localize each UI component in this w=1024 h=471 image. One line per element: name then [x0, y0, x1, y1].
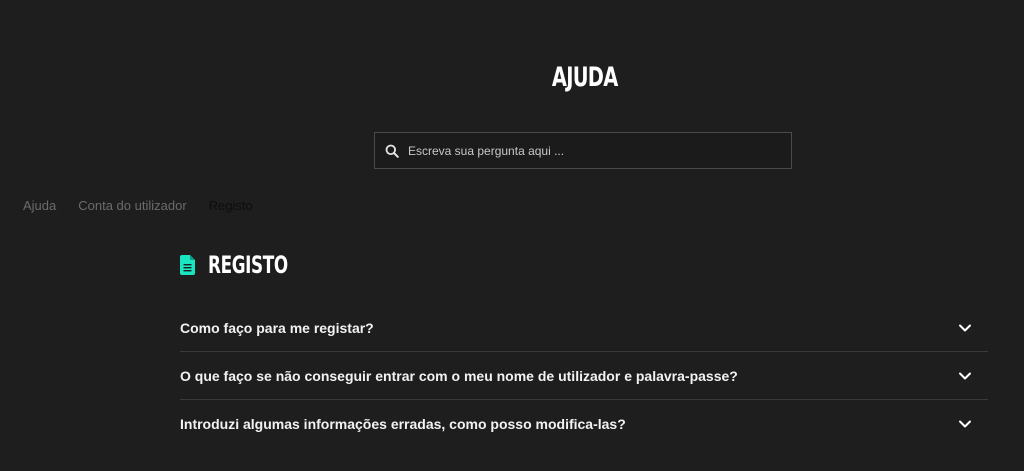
chevron-down-icon[interactable] — [958, 417, 972, 431]
faq-question: O que faço se não conseguir entrar com o… — [180, 367, 738, 384]
document-icon — [180, 255, 195, 275]
section-title: REGISTO — [208, 251, 288, 279]
search-icon — [385, 144, 399, 158]
search-input[interactable] — [408, 143, 791, 158]
page-title: AJUDA — [551, 62, 618, 94]
chevron-down-icon[interactable] — [958, 369, 972, 383]
chevron-down-icon[interactable] — [958, 321, 972, 335]
section-header: REGISTO — [180, 251, 322, 279]
faq-item[interactable]: Como faço para me registar? — [180, 304, 988, 352]
breadcrumb: Ajuda Conta do utilizador Registo — [23, 198, 275, 213]
faq-question: Como faço para me registar? — [180, 319, 374, 336]
breadcrumb-item-ajuda[interactable]: Ajuda — [23, 198, 56, 213]
faq-list: Como faço para me registar? O que faço s… — [180, 304, 988, 448]
faq-item[interactable]: O que faço se não conseguir entrar com o… — [180, 352, 988, 400]
breadcrumb-item-registo: Registo — [208, 198, 253, 213]
faq-question: Introduzi algumas informações erradas, c… — [180, 416, 626, 432]
faq-item[interactable]: Introduzi algumas informações erradas, c… — [180, 400, 988, 448]
search-box[interactable] — [374, 132, 792, 169]
breadcrumb-item-conta-do-utilizador[interactable]: Conta do utilizador — [78, 198, 186, 213]
